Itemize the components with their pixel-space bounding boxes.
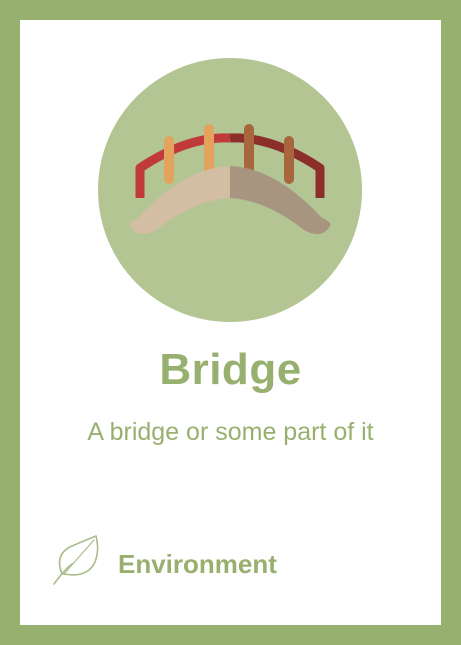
bridge-icon (98, 58, 362, 322)
card-title: Bridge (159, 345, 302, 394)
leaf-icon (53, 535, 99, 585)
card-frame: Bridge A bridge or some part of it Envir… (0, 0, 461, 645)
bridge-post-1 (164, 136, 174, 184)
card-description: A bridge or some part of it (87, 418, 374, 446)
bridge-post-4 (284, 136, 294, 184)
category-label: Environment (118, 549, 277, 579)
